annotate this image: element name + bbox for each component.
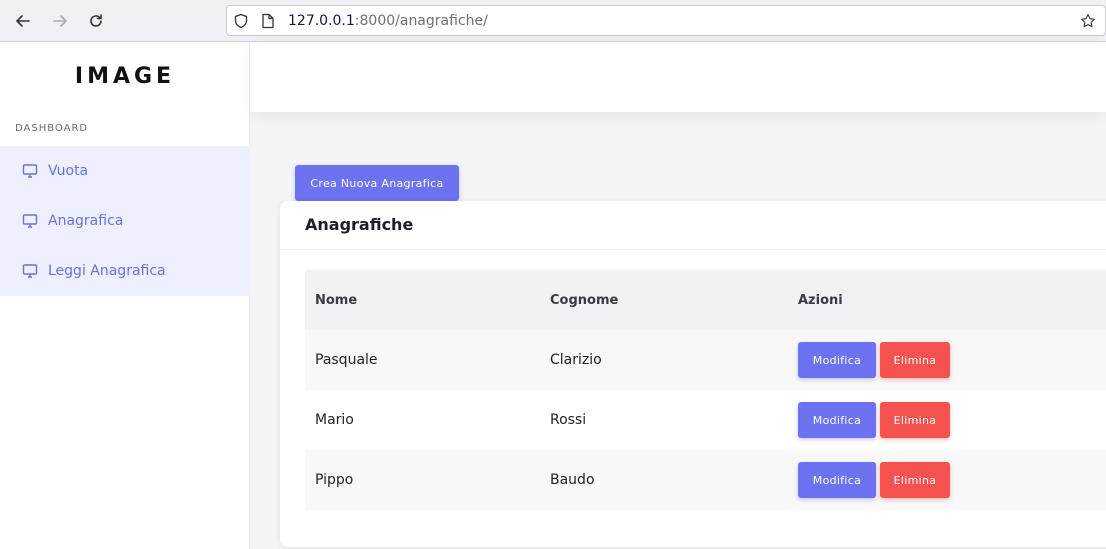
cell-cognome: Rossi xyxy=(550,412,587,428)
anagrafiche-table: Nome Cognome Azioni Pasquale Clarizio Mo… xyxy=(305,270,1106,510)
section-label-dashboard: DASHBOARD xyxy=(15,123,89,134)
url-text: 127.0.0.1:8000/anagrafiche/ xyxy=(288,13,488,29)
url-host: 127.0.0.1 xyxy=(288,13,355,29)
edit-button[interactable]: Modifica xyxy=(798,402,876,438)
table-row: Mario Rossi Modifica Elimina xyxy=(305,390,1106,450)
sidebar-menu: Vuota Anagrafica Leggi Anagrafica xyxy=(0,146,250,296)
cell-nome: Pippo xyxy=(315,472,354,488)
row-actions: Modifica Elimina xyxy=(798,402,950,438)
card-header: Anagrafiche xyxy=(280,201,1106,250)
cell-nome: Pasquale xyxy=(315,352,378,368)
table-row: Pippo Baudo Modifica Elimina xyxy=(305,450,1106,510)
monitor-icon xyxy=(21,162,39,180)
sidebar-item-leggi-anagrafica[interactable]: Leggi Anagrafica xyxy=(0,246,250,296)
cell-nome: Mario xyxy=(315,412,354,428)
delete-button[interactable]: Elimina xyxy=(880,342,950,378)
delete-button[interactable]: Elimina xyxy=(880,462,950,498)
address-bar[interactable]: 127.0.0.1:8000/anagrafiche/ xyxy=(226,5,1106,36)
shield-icon[interactable] xyxy=(233,13,249,29)
column-header-cognome: Cognome xyxy=(550,292,619,308)
row-actions: Modifica Elimina xyxy=(798,462,950,498)
cell-cognome: Baudo xyxy=(550,472,595,488)
back-arrow-icon[interactable] xyxy=(12,10,34,32)
sidebar-item-label: Anagrafica xyxy=(48,213,124,229)
delete-button[interactable]: Elimina xyxy=(880,402,950,438)
forward-arrow-icon[interactable] xyxy=(49,10,71,32)
cell-cognome: Clarizio xyxy=(550,352,602,368)
table-row: Pasquale Clarizio Modifica Elimina xyxy=(305,330,1106,390)
edit-button[interactable]: Modifica xyxy=(798,462,876,498)
edit-button[interactable]: Modifica xyxy=(798,342,876,378)
monitor-icon xyxy=(21,262,39,280)
sidebar: IMAGE DASHBOARD Vuota Anagrafica Leggi A… xyxy=(0,42,250,549)
logo[interactable]: IMAGE xyxy=(0,64,250,89)
card-title: Anagrafiche xyxy=(305,215,414,234)
sidebar-item-anagrafica[interactable]: Anagrafica xyxy=(0,196,250,246)
url-path: :8000/anagrafiche/ xyxy=(354,13,488,29)
monitor-icon xyxy=(21,212,39,230)
column-header-nome: Nome xyxy=(315,292,358,308)
anagrafiche-card: Anagrafiche Nome Cognome Azioni Pasquale… xyxy=(280,201,1106,547)
table-header-row: Nome Cognome Azioni xyxy=(305,270,1106,330)
row-actions: Modifica Elimina xyxy=(798,342,950,378)
sidebar-item-label: Vuota xyxy=(48,163,89,179)
create-anagrafica-button[interactable]: Crea Nuova Anagrafica xyxy=(295,165,459,201)
sidebar-item-label: Leggi Anagrafica xyxy=(48,263,166,279)
star-icon[interactable] xyxy=(1080,13,1096,29)
top-header xyxy=(250,42,1106,112)
sidebar-item-vuota[interactable]: Vuota xyxy=(0,146,250,196)
page-icon[interactable] xyxy=(260,13,276,29)
column-header-azioni: Azioni xyxy=(798,292,843,308)
reload-icon[interactable] xyxy=(85,10,107,32)
browser-toolbar: 127.0.0.1:8000/anagrafiche/ xyxy=(0,0,1106,42)
